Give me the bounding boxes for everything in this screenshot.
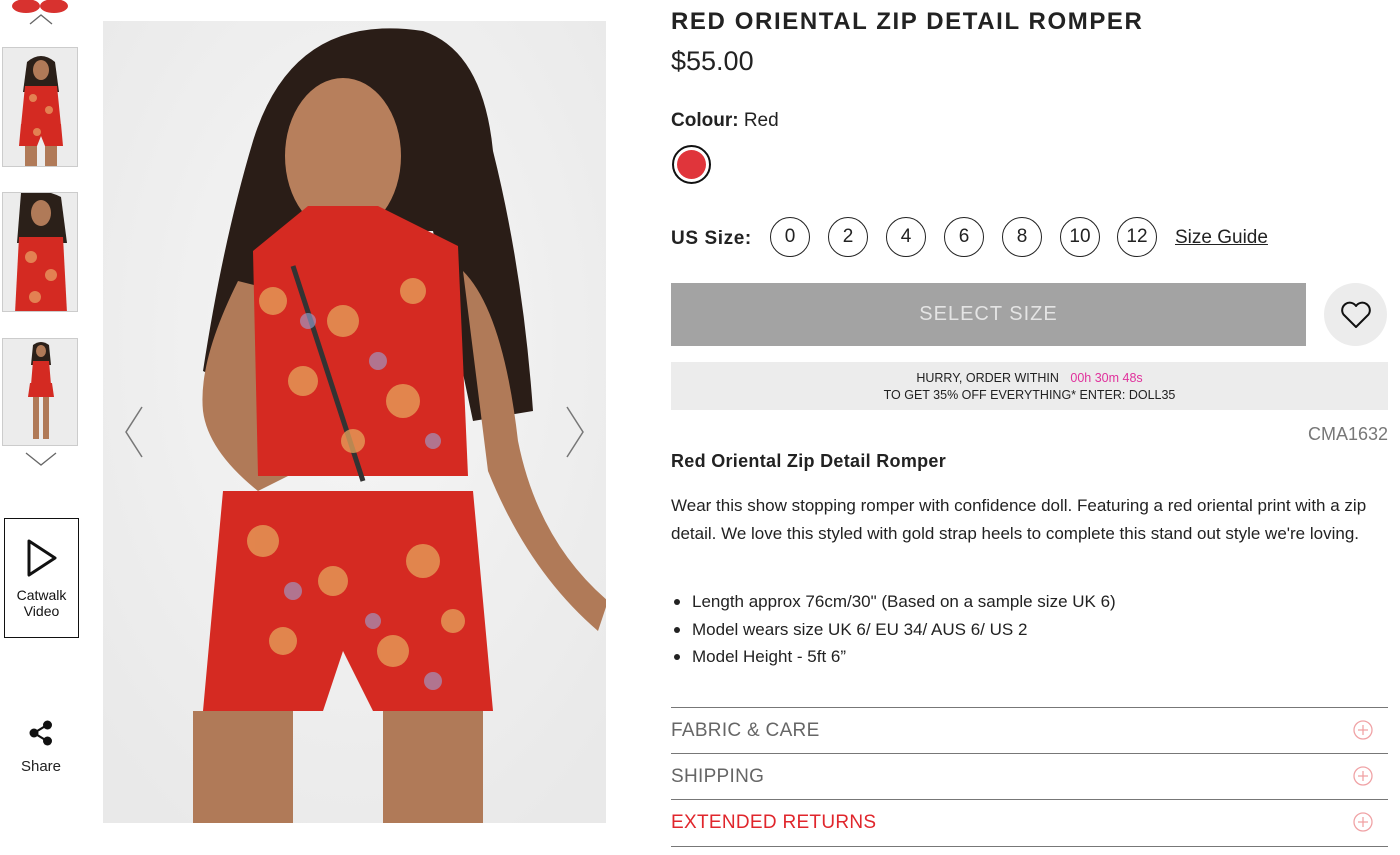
- product-description: Wear this show stopping romper with conf…: [671, 496, 1367, 543]
- previous-image-arrow-icon[interactable]: [122, 405, 146, 459]
- accordion-fabric-care[interactable]: FABRIC & CARE: [671, 707, 1388, 754]
- thumbnail-front-close[interactable]: [2, 192, 78, 312]
- heart-icon: [1340, 301, 1371, 328]
- promo-line1: HURRY, ORDER WITHIN 00h 30m 48s: [671, 370, 1388, 387]
- size-option-8[interactable]: 8: [1002, 217, 1042, 257]
- chevron-down-icon[interactable]: [24, 450, 58, 468]
- accordion-shipping[interactable]: SHIPPING: [671, 753, 1388, 800]
- next-image-arrow-icon[interactable]: [563, 405, 587, 459]
- size-option-12[interactable]: 12: [1117, 217, 1157, 257]
- product-sku: CMA1632: [1307, 424, 1388, 444]
- size-label: US Size:: [671, 228, 752, 249]
- plus-circle-icon: [1353, 766, 1373, 786]
- size-option-10[interactable]: 10: [1060, 217, 1100, 257]
- plus-circle-icon: [1353, 812, 1373, 832]
- size-option-6[interactable]: 6: [944, 217, 984, 257]
- chevron-up-icon[interactable]: [28, 6, 54, 26]
- list-item: Length approx 76cm/30" (Based on a sampl…: [671, 588, 1116, 616]
- size-selector: US Size: 0 2 4 6 8 10 12 Size Guide: [671, 217, 1388, 259]
- accordion-divider: [671, 846, 1388, 847]
- product-name: Red Oriental Zip Detail Romper: [671, 451, 947, 471]
- thumbnail-full-body[interactable]: [2, 338, 78, 446]
- colour-value: Red: [743, 110, 779, 131]
- plus-circle-icon: [1353, 720, 1373, 740]
- accordion-extended-returns[interactable]: EXTENDED RETURNS: [671, 799, 1388, 846]
- thumbnail-front[interactable]: [2, 47, 78, 167]
- share-label: Share: [20, 758, 62, 775]
- size-option-4[interactable]: 4: [886, 217, 926, 257]
- promo-text: HURRY, ORDER WITHIN: [916, 371, 1059, 385]
- product-price: $55.00: [671, 46, 754, 76]
- swatch-fill: [677, 150, 706, 179]
- share-icon: [29, 720, 52, 746]
- product-title: RED ORIENTAL ZIP DETAIL ROMPER: [671, 8, 1144, 35]
- promo-countdown: 00h 30m 48s: [1070, 371, 1143, 385]
- select-size-button[interactable]: SELECT SIZE: [671, 283, 1306, 346]
- video-label-line2: Video: [23, 603, 60, 619]
- wishlist-button[interactable]: [1324, 283, 1387, 346]
- play-icon: [27, 539, 56, 577]
- accordion-label: EXTENDED RETURNS: [671, 812, 877, 833]
- colour-label: Colour:: [671, 110, 739, 131]
- accordion-label: FABRIC & CARE: [671, 720, 820, 741]
- colour-swatch-red[interactable]: [672, 145, 711, 184]
- accordion-label: SHIPPING: [671, 766, 765, 787]
- share-button[interactable]: Share: [12, 720, 70, 775]
- promo-banner: HURRY, ORDER WITHIN 00h 30m 48s TO GET 3…: [671, 362, 1388, 410]
- catwalk-video-button[interactable]: Catwalk Video: [4, 518, 79, 638]
- size-option-0[interactable]: 0: [770, 217, 810, 257]
- promo-line2: TO GET 35% OFF EVERYTHING* ENTER: DOLL35: [883, 388, 1176, 402]
- video-label-line1: Catwalk: [16, 587, 67, 603]
- size-guide-link[interactable]: Size Guide: [1175, 227, 1268, 249]
- product-details-list: Length approx 76cm/30" (Based on a sampl…: [671, 588, 1116, 671]
- list-item: Model wears size UK 6/ EU 34/ AUS 6/ US …: [671, 616, 1116, 644]
- list-item: Model Height - 5ft 6”: [671, 643, 1116, 671]
- main-product-image[interactable]: [103, 21, 606, 823]
- colour-row: Colour: Red: [671, 110, 779, 132]
- size-option-2[interactable]: 2: [828, 217, 868, 257]
- thumbnail-rail: Catwalk Video Share: [0, 0, 95, 855]
